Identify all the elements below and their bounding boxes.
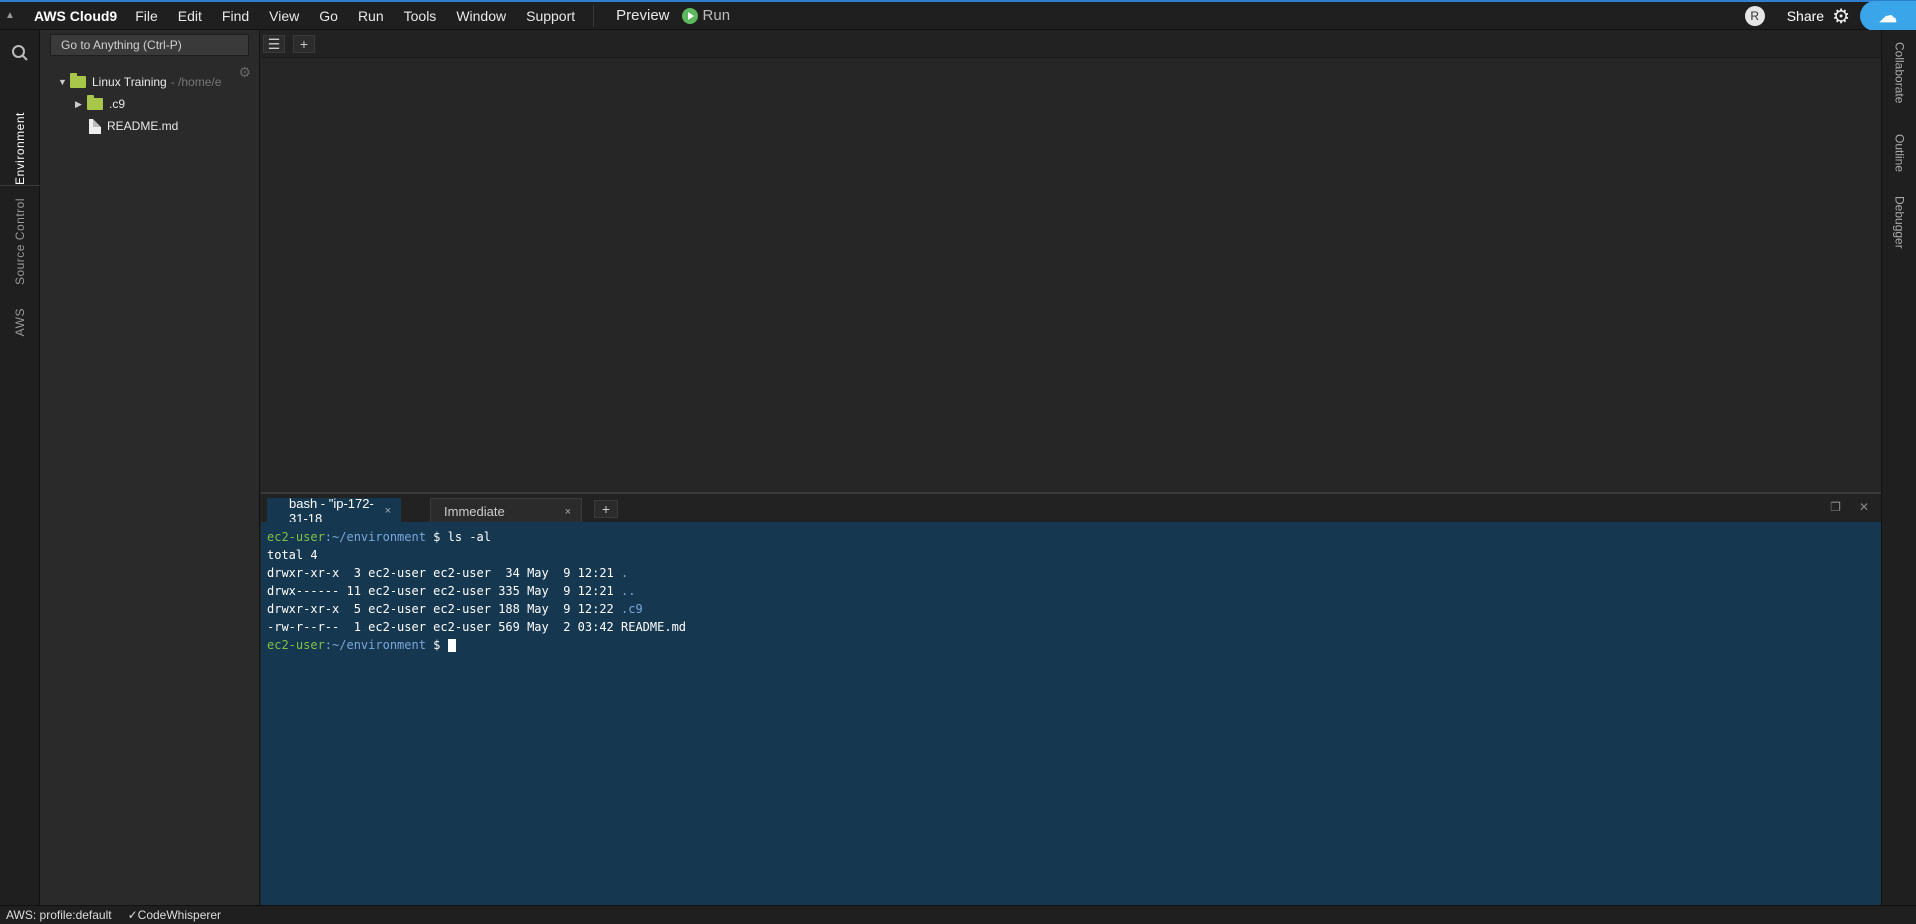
terminal-output-line: drwx------ 11 ec2-user ec2-user 335 May … bbox=[267, 582, 1881, 600]
terminal-output-line: -rw-r--r-- 1 ec2-user ec2-user 569 May 2… bbox=[267, 618, 1881, 636]
tab-bash[interactable]: bash - "ip-172-31-18 × bbox=[267, 496, 401, 526]
terminal-command: ls -al bbox=[447, 530, 491, 544]
output-dir-name: . bbox=[621, 566, 629, 580]
play-icon bbox=[681, 7, 698, 24]
output-text: drwxr-xr-x 5 ec2-user ec2-user 188 May 9… bbox=[267, 602, 622, 616]
terminal-window-controls: ❐ ✕ bbox=[1830, 500, 1869, 514]
menu-support[interactable]: Support bbox=[516, 8, 585, 24]
output-text: drwxr-xr-x 3 ec2-user ec2-user 34 May 9 … bbox=[267, 566, 622, 580]
app-title[interactable]: AWS Cloud9 bbox=[20, 8, 125, 24]
terminal-output-line: drwxr-xr-x 5 ec2-user ec2-user 188 May 9… bbox=[267, 600, 1881, 618]
menu-divider bbox=[593, 4, 595, 27]
output-text: drwx------ 11 ec2-user ec2-user 335 May … bbox=[267, 584, 622, 598]
tree-item-label: .c9 bbox=[109, 97, 126, 111]
menu-edit[interactable]: Edit bbox=[168, 8, 212, 24]
menu-find[interactable]: Find bbox=[212, 8, 259, 24]
tab-source-control[interactable]: Source Control bbox=[0, 198, 40, 285]
tab-collaborate-label: Collaborate bbox=[1892, 42, 1907, 104]
restore-window-icon[interactable]: ❐ bbox=[1830, 500, 1841, 514]
close-icon[interactable]: × bbox=[385, 505, 391, 517]
tree-root[interactable]: ▼ Linux Training - /home/e bbox=[58, 72, 221, 92]
terminal-tab-bar: bash - "ip-172-31-18 × Immediate × + ❐ ✕ bbox=[261, 492, 1881, 526]
prompt-user: ec2-user bbox=[267, 530, 325, 544]
menu-window[interactable]: Window bbox=[446, 8, 516, 24]
tab-collaborate[interactable]: Collaborate bbox=[1882, 42, 1916, 103]
menu-go[interactable]: Go bbox=[309, 8, 348, 24]
search-icon bbox=[12, 45, 28, 61]
tree-item-readme[interactable]: README.md bbox=[89, 116, 178, 136]
menubar-right: R Share ⚙ ☁ bbox=[1744, 1, 1916, 31]
menu-tools[interactable]: Tools bbox=[394, 8, 447, 24]
terminal-prompt-line: ec2-user:~/environment $ ls -al bbox=[267, 528, 1881, 546]
output-text: total 4 bbox=[267, 548, 318, 562]
prompt-symbol: $ bbox=[425, 530, 448, 544]
terminal-output-line: drwxr-xr-x 3 ec2-user ec2-user 34 May 9 … bbox=[267, 564, 1881, 582]
aws-profile-status[interactable]: AWS: profile:default bbox=[6, 908, 112, 922]
close-icon[interactable]: × bbox=[565, 506, 571, 518]
gear-icon[interactable]: ⚙ bbox=[1832, 4, 1850, 29]
tab-environment[interactable]: Environment bbox=[0, 68, 40, 186]
prompt-path: :~/environment bbox=[324, 638, 426, 652]
tab-debugger-label: Debugger bbox=[1892, 196, 1907, 249]
tree-item-label: README.md bbox=[107, 119, 179, 133]
prompt-user: ec2-user bbox=[267, 638, 325, 652]
tab-immediate-label: Immediate bbox=[444, 504, 505, 519]
tab-outline-label: Outline bbox=[1892, 134, 1907, 173]
codewhisperer-status[interactable]: ✓CodeWhisperer bbox=[128, 908, 221, 922]
editor-area[interactable]: ☰ + bbox=[261, 30, 1881, 492]
terminal-console[interactable]: ec2-user:~/environment $ ls -al total 4 … bbox=[261, 522, 1881, 905]
output-text: -rw-r--r-- 1 ec2-user ec2-user 569 May 2… bbox=[267, 620, 687, 634]
tab-immediate[interactable]: Immediate × bbox=[430, 498, 582, 524]
file-icon bbox=[89, 118, 101, 134]
tab-outline[interactable]: Outline bbox=[1882, 134, 1916, 172]
status-bar: AWS: profile:default ✓CodeWhisperer bbox=[0, 905, 1916, 924]
folder-icon bbox=[70, 73, 86, 88]
run-button[interactable]: Run bbox=[681, 7, 731, 24]
menu-view[interactable]: View bbox=[259, 8, 309, 24]
terminal-prompt-line: ec2-user:~/environment $ bbox=[267, 636, 1881, 654]
new-terminal-button[interactable]: + bbox=[594, 500, 618, 518]
avatar[interactable]: R bbox=[1744, 6, 1765, 26]
tree-root-path: - /home/e bbox=[170, 75, 222, 89]
menu-run[interactable]: Run bbox=[348, 8, 394, 24]
cloud9-logo-icon[interactable]: ☁ bbox=[1860, 1, 1916, 31]
search-tab[interactable] bbox=[2, 44, 38, 62]
terminal-output-line: total 4 bbox=[267, 546, 1881, 564]
expand-down-icon[interactable]: ▼ bbox=[58, 77, 70, 87]
preview-button[interactable]: Preview bbox=[604, 7, 681, 24]
right-panel-tabs: Collaborate Outline Debugger bbox=[1881, 30, 1916, 905]
editor-tab-bar: ☰ + bbox=[261, 30, 1881, 58]
close-panel-icon[interactable]: ✕ bbox=[1859, 500, 1869, 514]
output-dir-name: .c9 bbox=[621, 602, 643, 616]
prompt-path: :~/environment bbox=[324, 530, 426, 544]
new-tab-button[interactable]: + bbox=[293, 35, 315, 53]
file-tree-panel: Go to Anything (Ctrl-P) ⚙ ▼ Linux Traini… bbox=[40, 30, 260, 905]
run-label: Run bbox=[702, 7, 731, 24]
menu-file[interactable]: File bbox=[125, 8, 168, 24]
folder-icon bbox=[87, 95, 103, 110]
tab-debugger[interactable]: Debugger bbox=[1882, 196, 1916, 249]
tab-environment-label: Environment bbox=[13, 112, 27, 185]
menu-bar: ▲ AWS Cloud9 File Edit Find View Go Run … bbox=[0, 0, 1916, 31]
tree-settings-gear-icon[interactable]: ⚙ bbox=[238, 64, 251, 81]
left-panel-tabs: Environment Source Control AWS bbox=[0, 30, 40, 905]
expand-right-icon[interactable]: ▶ bbox=[75, 99, 87, 110]
share-button[interactable]: Share bbox=[1787, 8, 1824, 24]
codewhisperer-label: CodeWhisperer bbox=[137, 908, 222, 922]
check-icon: ✓ bbox=[127, 908, 138, 922]
goto-anything-input[interactable]: Go to Anything (Ctrl-P) bbox=[50, 34, 249, 56]
cloud9-ide: ▲ AWS Cloud9 File Edit Find View Go Run … bbox=[0, 0, 1916, 924]
collapse-caret-icon[interactable]: ▲ bbox=[0, 10, 20, 21]
tab-aws-label: AWS bbox=[13, 308, 27, 337]
tab-list-icon[interactable]: ☰ bbox=[263, 35, 285, 53]
output-dir-name: .. bbox=[621, 584, 636, 598]
tab-aws[interactable]: AWS bbox=[0, 308, 40, 336]
tree-root-name: Linux Training bbox=[92, 75, 167, 89]
tab-source-control-label: Source Control bbox=[13, 198, 27, 286]
tree-item-c9[interactable]: ▶ .c9 bbox=[75, 94, 125, 114]
prompt-symbol: $ bbox=[425, 638, 448, 652]
terminal-cursor bbox=[447, 639, 456, 652]
